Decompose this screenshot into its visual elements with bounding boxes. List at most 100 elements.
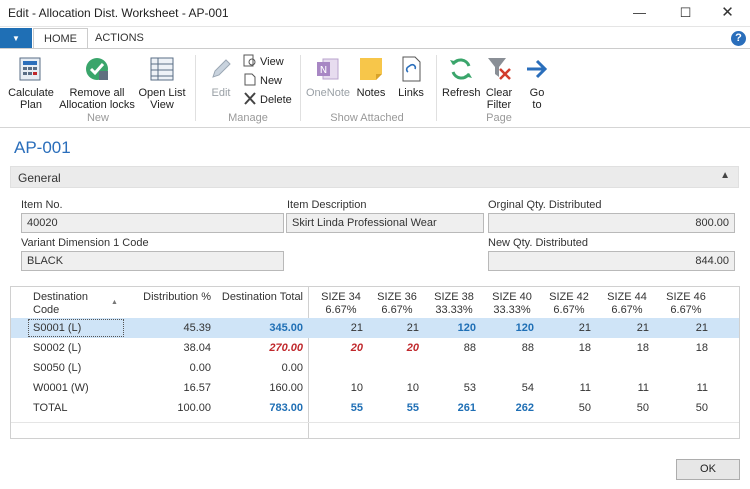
header-size-1[interactable]: SIZE 36 6.67% [367, 291, 427, 317]
header-size-4[interactable]: SIZE 42 6.67% [539, 291, 599, 317]
size-qty-cell[interactable]: 55 [369, 398, 419, 418]
header-size-3[interactable]: SIZE 40 33.33% [482, 291, 542, 317]
destination-code-cell[interactable]: W0001 (W) [33, 378, 123, 398]
refresh-button[interactable]: Refresh [442, 55, 481, 99]
minimize-button[interactable]: — [617, 0, 662, 27]
size-pct: 6.67% [553, 304, 585, 316]
size-qty-cell[interactable]: 21 [541, 318, 591, 338]
size-qty-cell[interactable]: 10 [313, 378, 363, 398]
new-qty-field[interactable]: 844.00 [488, 251, 735, 271]
maximize-button[interactable]: ☐ [663, 0, 708, 27]
size-qty-cell[interactable]: 20 [313, 338, 363, 358]
size-qty-cell[interactable]: 21 [599, 318, 649, 338]
delete-button[interactable]: Delete [243, 92, 292, 109]
size-qty-cell[interactable]: 261 [426, 398, 476, 418]
distribution-pct-cell[interactable]: 38.04 [131, 338, 211, 358]
size-qty-cell[interactable]: 55 [313, 398, 363, 418]
size-qty-cell[interactable]: 18 [658, 338, 708, 358]
link-document-icon [402, 56, 421, 82]
destination-code-cell[interactable]: S0002 (L) [33, 338, 123, 358]
chevron-up-icon[interactable]: ▲ [720, 170, 730, 181]
size-qty-cell[interactable]: 18 [599, 338, 649, 358]
variant-field[interactable]: BLACK [21, 251, 284, 271]
new-button[interactable]: New [243, 73, 282, 90]
help-icon[interactable]: ? [731, 31, 746, 46]
size-qty-cell[interactable]: 10 [369, 378, 419, 398]
distribution-pct-cell[interactable]: 0.00 [131, 358, 211, 378]
size-qty-cell[interactable]: 120 [484, 318, 534, 338]
header-size-2[interactable]: SIZE 38 33.33% [424, 291, 484, 317]
destination-total-cell[interactable]: 0.00 [211, 358, 303, 378]
size-qty-cell[interactable] [369, 358, 419, 378]
size-qty-cell[interactable] [599, 358, 649, 378]
ok-button[interactable]: OK [676, 459, 740, 480]
open-list-view-button[interactable]: Open List View [136, 55, 188, 111]
destination-total-cell[interactable]: 345.00 [211, 318, 303, 338]
clear-filter-button[interactable]: Clear Filter [482, 55, 516, 111]
size-qty-cell[interactable]: 11 [599, 378, 649, 398]
tab-home[interactable]: HOME [33, 28, 88, 49]
size-qty-cell[interactable]: 54 [484, 378, 534, 398]
header-size-5[interactable]: SIZE 44 6.67% [597, 291, 657, 317]
destination-total-cell[interactable]: 783.00 [211, 398, 303, 418]
calculate-plan-button[interactable]: Calculate Plan [4, 55, 58, 111]
refresh-icon [450, 58, 472, 80]
view-button[interactable]: View [243, 54, 284, 71]
original-qty-field[interactable]: 800.00 [488, 213, 735, 233]
size-qty-cell[interactable] [313, 358, 363, 378]
size-qty-cell[interactable] [658, 358, 708, 378]
remove-all-locks-button[interactable]: Remove all Allocation locks [58, 55, 136, 111]
destination-code-cell[interactable]: TOTAL [33, 398, 123, 418]
size-qty-cell[interactable]: 11 [658, 378, 708, 398]
destination-total-cell[interactable]: 270.00 [211, 338, 303, 358]
destination-code-cell[interactable]: S0050 (L) [33, 358, 123, 378]
tab-actions[interactable]: ACTIONS [85, 28, 154, 49]
size-qty-cell[interactable]: 50 [658, 398, 708, 418]
size-qty-cell[interactable]: 120 [426, 318, 476, 338]
header-distribution-pct[interactable]: Distribution % [131, 291, 211, 304]
header-destination-code[interactable]: Destination Code [33, 291, 88, 317]
size-qty-cell[interactable]: 88 [426, 338, 476, 358]
go-to-button[interactable]: Go to [522, 55, 552, 111]
item-description-field[interactable]: Skirt Linda Professional Wear [286, 213, 484, 233]
onenote-button[interactable]: N OneNote [305, 55, 351, 99]
size-qty-cell[interactable] [426, 358, 476, 378]
size-qty-cell[interactable]: 20 [369, 338, 419, 358]
size-qty-cell[interactable]: 21 [369, 318, 419, 338]
distribution-pct-cell[interactable]: 100.00 [131, 398, 211, 418]
size-qty-cell[interactable] [541, 358, 591, 378]
table-row[interactable]: W0001 (W) 16.57 160.00 10 10 53 54 11 11 11 [11, 378, 739, 398]
size-qty-cell[interactable]: 53 [426, 378, 476, 398]
table-row[interactable]: S0002 (L) 38.04 270.00 20 20 88 88 18 18 18 [11, 338, 739, 358]
table-row[interactable]: S0001 (L) 45.39 345.00 21 21 120 120 21 21 21 [11, 318, 739, 338]
notes-button[interactable]: Notes [355, 55, 387, 99]
edit-button[interactable]: Edit [202, 55, 240, 99]
destination-code-cell[interactable]: S0001 (L) [33, 318, 123, 338]
size-qty-cell[interactable]: 21 [313, 318, 363, 338]
header-size-0[interactable]: SIZE 34 6.67% [311, 291, 371, 317]
table-row[interactable]: S0050 (L) 0.00 0.00 [11, 358, 739, 378]
group-new-label: New [86, 112, 109, 124]
go-to-label: Go to [529, 87, 545, 111]
size-qty-cell[interactable]: 50 [599, 398, 649, 418]
item-no-field[interactable]: 40020 [21, 213, 284, 233]
size-qty-cell[interactable]: 50 [541, 398, 591, 418]
app-menu-button[interactable]: ▼ [0, 28, 32, 49]
size-qty-cell[interactable] [484, 358, 534, 378]
general-fasttab-header[interactable]: General ▲ [10, 166, 739, 188]
ribbon-separator [436, 55, 437, 121]
links-button[interactable]: Links [395, 55, 427, 99]
table-row[interactable]: TOTAL 100.00 783.00 55 55 261 262 50 50 50 [11, 398, 739, 418]
size-qty-cell[interactable]: 88 [484, 338, 534, 358]
size-qty-cell[interactable]: 18 [541, 338, 591, 358]
destination-total-cell[interactable]: 160.00 [211, 378, 303, 398]
distribution-pct-cell[interactable]: 45.39 [131, 318, 211, 338]
header-destination-total[interactable]: Destination Total [211, 291, 303, 304]
view-label: View [260, 56, 284, 68]
size-qty-cell[interactable]: 11 [541, 378, 591, 398]
close-button[interactable]: ✕ [705, 0, 750, 27]
size-qty-cell[interactable]: 21 [658, 318, 708, 338]
distribution-pct-cell[interactable]: 16.57 [131, 378, 211, 398]
header-size-6[interactable]: SIZE 46 6.67% [656, 291, 716, 317]
size-qty-cell[interactable]: 262 [484, 398, 534, 418]
